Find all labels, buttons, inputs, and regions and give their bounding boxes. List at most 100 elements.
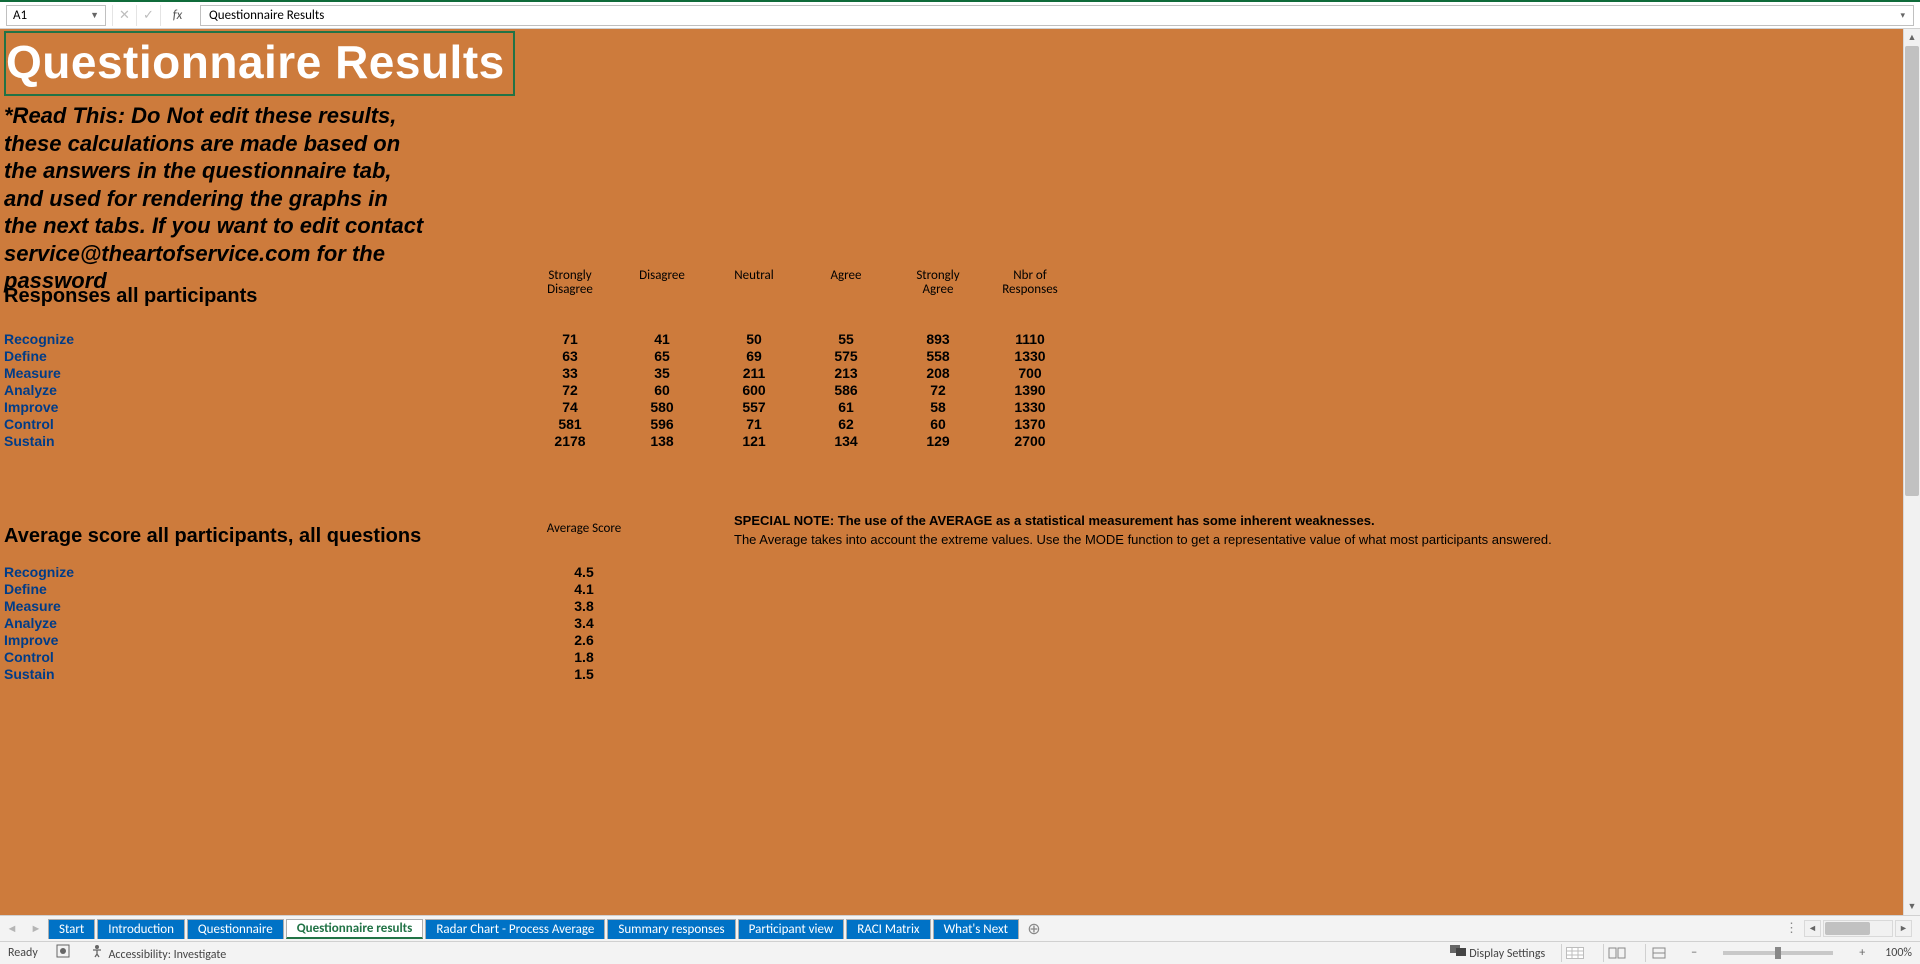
responses-row-label: Define xyxy=(4,348,524,364)
responses-cell: 62 xyxy=(800,416,892,432)
responses-cell: 2178 xyxy=(524,433,616,449)
responses-cell: 700 xyxy=(984,365,1076,381)
confirm-formula-button: ✓ xyxy=(136,5,160,26)
responses-cell: 211 xyxy=(708,365,800,381)
responses-cell: 558 xyxy=(892,348,984,364)
sheet-tab[interactable]: Summary responses xyxy=(607,919,735,939)
vertical-scrollbar[interactable]: ▲ ▼ xyxy=(1903,29,1920,915)
sheet-tab[interactable]: Questionnaire xyxy=(187,919,284,939)
responses-cell: 129 xyxy=(892,433,984,449)
responses-column-header: Agree xyxy=(800,269,892,315)
averages-row-label: Control xyxy=(4,649,524,665)
vertical-scroll-thumb[interactable] xyxy=(1905,46,1919,496)
formula-bar: A1 ▼ ✕ ✓ fx Questionnaire Results ▾ xyxy=(0,2,1920,29)
sheet-tab[interactable]: What's Next xyxy=(933,919,1019,939)
averages-row-label: Sustain xyxy=(4,666,524,682)
zoom-slider[interactable] xyxy=(1723,951,1833,955)
hscroll-thumb[interactable] xyxy=(1825,922,1870,935)
responses-cell: 74 xyxy=(524,399,616,415)
special-note-bold: SPECIAL NOTE: The use of the AVERAGE as … xyxy=(734,513,1899,528)
new-sheet-button[interactable]: ⊕ xyxy=(1021,919,1047,939)
responses-cell: 1370 xyxy=(984,416,1076,432)
worksheet-canvas[interactable]: Questionnaire Results *Read This: Do Not… xyxy=(0,29,1903,915)
responses-cell: 580 xyxy=(616,399,708,415)
display-settings-button[interactable]: Display Settings xyxy=(1449,945,1546,961)
responses-row-label: Control xyxy=(4,416,524,432)
status-accessibility[interactable]: Accessibility: Investigate xyxy=(88,944,226,962)
read-this-note: *Read This: Do Not edit these results, t… xyxy=(4,102,424,295)
averages-row-label: Define xyxy=(4,581,524,597)
responses-cell: 65 xyxy=(616,348,708,364)
responses-heading: Responses all participants xyxy=(4,285,524,315)
responses-cell: 72 xyxy=(524,382,616,398)
vertical-scroll-track[interactable] xyxy=(1904,46,1920,898)
view-page-layout-button[interactable] xyxy=(1603,944,1629,962)
sheet-tab[interactable]: Questionnaire results xyxy=(286,919,424,939)
responses-cell: 134 xyxy=(800,433,892,449)
formula-input[interactable]: Questionnaire Results ▾ xyxy=(200,5,1914,26)
responses-cell: 71 xyxy=(524,331,616,347)
averages-row-label: Measure xyxy=(4,598,524,614)
view-page-break-button[interactable] xyxy=(1645,944,1671,962)
horizontal-scrollbar: ⋮ ◄ ► xyxy=(1781,920,1912,937)
expand-formula-bar-icon[interactable]: ▾ xyxy=(1900,10,1905,21)
responses-cell: 33 xyxy=(524,365,616,381)
responses-column-header: StronglyAgree xyxy=(892,269,984,315)
page-title: Questionnaire Results xyxy=(4,31,515,96)
scroll-up-icon[interactable]: ▲ xyxy=(1904,29,1920,46)
responses-cell: 72 xyxy=(892,382,984,398)
responses-row-label: Measure xyxy=(4,365,524,381)
sheet-tab[interactable]: Introduction xyxy=(97,919,185,939)
averages-cell: 1.8 xyxy=(524,649,644,665)
scroll-down-icon[interactable]: ▼ xyxy=(1904,898,1920,915)
name-box[interactable]: A1 ▼ xyxy=(6,5,106,26)
zoom-percent[interactable]: 100% xyxy=(1885,946,1912,960)
macro-record-icon[interactable] xyxy=(54,944,72,962)
hscroll-right-icon[interactable]: ► xyxy=(1895,920,1912,937)
responses-column-header: StronglyDisagree xyxy=(524,269,616,315)
averages-cell: 4.1 xyxy=(524,581,644,597)
responses-row-label: Recognize xyxy=(4,331,524,347)
chevron-down-icon[interactable]: ▼ xyxy=(90,10,99,21)
responses-row-label: Analyze xyxy=(4,382,524,398)
zoom-slider-thumb[interactable] xyxy=(1775,947,1781,959)
display-settings-icon xyxy=(1449,945,1467,961)
zoom-out-button[interactable]: − xyxy=(1687,946,1701,960)
insert-function-button[interactable]: fx xyxy=(160,5,194,26)
responses-cell: 581 xyxy=(524,416,616,432)
tab-nav-prev-icon[interactable]: ◄ xyxy=(0,922,24,935)
responses-cell: 213 xyxy=(800,365,892,381)
responses-cell: 35 xyxy=(616,365,708,381)
responses-column-header: Disagree xyxy=(616,269,708,315)
responses-cell: 1390 xyxy=(984,382,1076,398)
formula-input-value: Questionnaire Results xyxy=(209,8,324,23)
tab-nav-next-icon[interactable]: ► xyxy=(24,922,48,935)
averages-section: Average score all participants, all ques… xyxy=(4,509,1899,682)
averages-cell: 4.5 xyxy=(524,564,644,580)
responses-cell: 55 xyxy=(800,331,892,347)
responses-cell: 61 xyxy=(800,399,892,415)
hscroll-left-icon[interactable]: ◄ xyxy=(1804,920,1821,937)
sheet-tab[interactable]: RACI Matrix xyxy=(846,919,930,939)
responses-cell: 41 xyxy=(616,331,708,347)
responses-cell: 50 xyxy=(708,331,800,347)
hscroll-track[interactable] xyxy=(1823,920,1893,937)
view-normal-button[interactable] xyxy=(1561,944,1587,962)
responses-cell: 596 xyxy=(616,416,708,432)
responses-column-header: Neutral xyxy=(708,269,800,315)
sheet-tab[interactable]: Start xyxy=(48,919,95,939)
averages-cell: 1.5 xyxy=(524,666,644,682)
responses-cell: 60 xyxy=(616,382,708,398)
responses-cell: 138 xyxy=(616,433,708,449)
averages-column-header: Average Score xyxy=(524,521,644,536)
sheet-tab[interactable]: Participant view xyxy=(738,919,845,939)
responses-cell: 208 xyxy=(892,365,984,381)
tab-split-handle-icon[interactable]: ⋮ xyxy=(1781,921,1802,936)
status-ready: Ready xyxy=(8,946,38,960)
special-note-regular: The Average takes into account the extre… xyxy=(734,532,1899,547)
sheet-tab[interactable]: Radar Chart - Process Average xyxy=(425,919,605,939)
averages-cell: 2.6 xyxy=(524,632,644,648)
averages-heading: Average score all participants, all ques… xyxy=(4,525,524,548)
zoom-in-button[interactable]: + xyxy=(1855,946,1869,960)
responses-cell: 586 xyxy=(800,382,892,398)
